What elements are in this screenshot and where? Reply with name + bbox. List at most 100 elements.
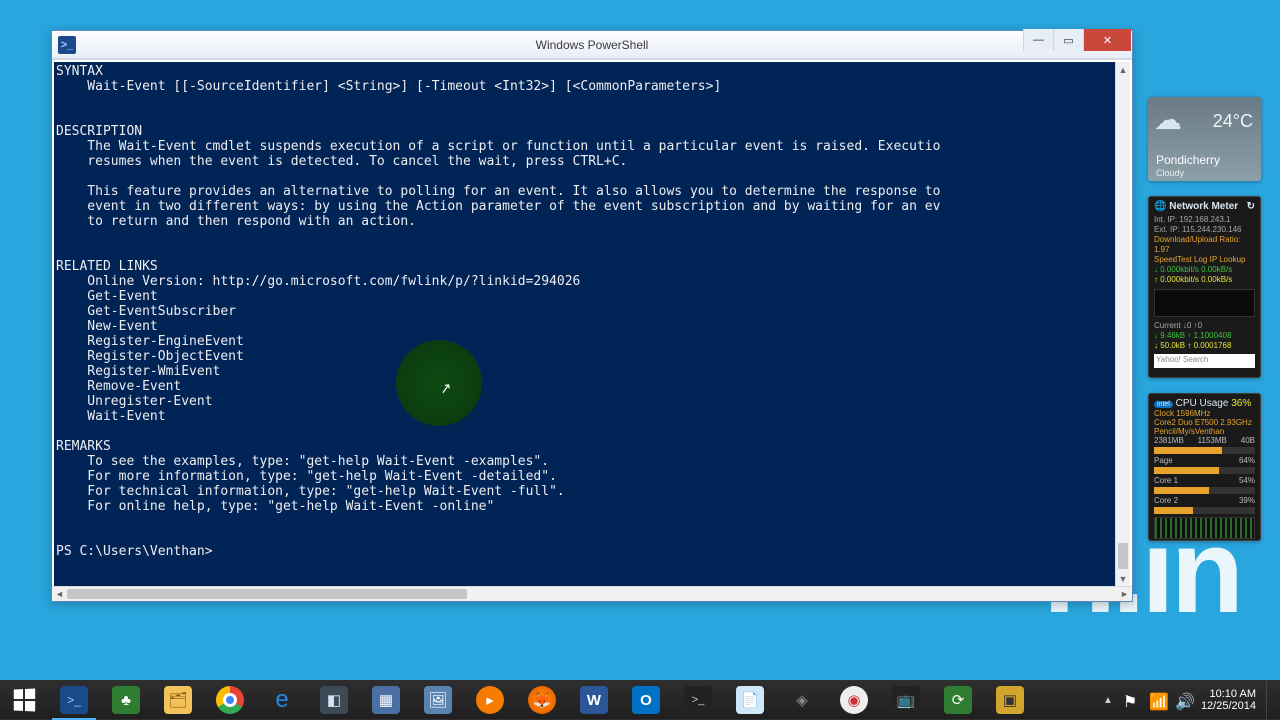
taskbar-chrome[interactable] [204,680,256,720]
ratio: Download/Upload Ratio: 1.97 [1154,235,1255,255]
minimize-button[interactable]: — [1023,29,1053,51]
cpu-usage-gadget[interactable]: intel CPU Usage 36% Clock 1596MHz Core2 … [1148,393,1261,541]
desc-line: The Wait-Event cmdlet suspends execution… [56,139,940,154]
clock[interactable]: 10:10 AM 12/25/2014 [1201,688,1256,712]
console-output[interactable]: SYNTAX Wait-Event [[-SourceIdentifier] <… [54,62,1115,586]
cpu-clock: Clock 1596MHz [1154,409,1255,418]
related-link: Unregister-Event [56,394,213,409]
powershell-window: >_ Windows PowerShell — ▭ ✕ SYNTAX Wait-… [51,30,1133,602]
network-meter-gadget[interactable]: 🌐 Network Meter ↻ Int. IP: 192.168.243.1… [1148,196,1261,378]
globe-icon: 🌐 [1154,201,1166,212]
image-icon: 🖼 [424,686,452,714]
remarks-line: For more information, type: "get-help Wa… [56,469,557,484]
taskbar-notepad[interactable]: 📄 [724,680,776,720]
core1-label: Core 1 [1154,476,1178,485]
related-link: Wait-Event [56,409,166,424]
taskbar-app-green[interactable]: ♣ [100,680,152,720]
weather-condition: Cloudy [1156,168,1184,178]
down-rate: ↓ 0.000kbit/s 0.00kB/s [1154,265,1255,275]
sync-icon: ⟳ [944,686,972,714]
ram-used: 2381MB [1154,436,1184,445]
scroll-right-arrow[interactable]: ► [1117,587,1132,601]
related-link: Register-ObjectEvent [56,349,244,364]
horizontal-scrollbar[interactable]: ◄ ► [52,586,1132,601]
volume-icon[interactable]: 🔊 [1175,692,1191,708]
scroll-thumb[interactable] [1118,543,1128,569]
taskbar-terminal[interactable]: >_ [672,680,724,720]
taskbar-powershell[interactable]: >_ [48,680,100,720]
core2-bar [1154,507,1255,514]
taskbar-media-player[interactable]: ▸ [464,680,516,720]
scroll-down-arrow[interactable]: ▼ [1116,571,1130,586]
remarks-line: For technical information, type: "get-he… [56,484,565,499]
desc-line: to return and then respond with an actio… [56,214,416,229]
powershell-icon: >_ [58,36,76,54]
core2-label: Core 2 [1154,496,1178,505]
system-tray[interactable]: ▲ ⚑ 📶 🔊 10:10 AM 12/25/2014 [1103,680,1280,720]
firefox-icon: 🦊 [528,686,556,714]
maximize-button[interactable]: ▭ [1053,29,1083,51]
hscroll-thumb[interactable] [67,589,467,599]
cpu-history-chart [1154,517,1255,539]
scroll-up-arrow[interactable]: ▲ [1116,62,1130,77]
remarks-line: To see the examples, type: "get-help Wai… [56,454,549,469]
internal-ip: Int. IP: 192.168.243.1 [1154,215,1255,225]
taskbar-photos[interactable]: 🖼 [412,680,464,720]
intel-icon: intel [1154,401,1173,408]
diamond-icon: ◈ [788,686,816,714]
total-up: ↓ 50.0kB ↑ 0.0001768 [1154,341,1255,351]
prompt[interactable]: PS C:\Users\Venthan> [56,544,213,559]
page-val: 64% [1239,456,1255,465]
titlebar[interactable]: >_ Windows PowerShell — ▭ ✕ [52,31,1132,59]
flag-icon[interactable]: ⚑ [1123,692,1139,708]
ie-icon: e [268,686,296,714]
ram-bar [1154,447,1255,454]
up-rate: ↑ 0.000kbit/s 0.00kB/s [1154,275,1255,285]
taskbar-file-explorer[interactable]: 🗂 [152,680,204,720]
related-link: Get-Event [56,289,158,304]
desc-line: event in two different ways: by using th… [56,199,940,214]
desc-line: resumes when the event is detected. To c… [56,154,627,169]
frame-icon: ▣ [996,686,1024,714]
related-link: Register-WmiEvent [56,364,220,379]
taskbar-app-disc[interactable]: ◉ [828,680,880,720]
core1-bar [1154,487,1255,494]
taskbar-app-tv[interactable]: 📺 [880,680,932,720]
external-ip: Ext. IP: 115.244.230.146 [1154,225,1255,235]
start-button[interactable] [0,680,48,720]
vertical-scrollbar[interactable]: ▲ ▼ [1115,62,1130,586]
taskbar-ie[interactable]: e [256,680,308,720]
scroll-left-arrow[interactable]: ◄ [52,587,67,601]
taskbar-app-blue[interactable]: ▦ [360,680,412,720]
netmeter-title: Network Meter [1169,201,1238,212]
section-description-hdr: DESCRIPTION [56,124,142,139]
close-button[interactable]: ✕ [1083,29,1131,51]
clock-time: 10:10 AM [1201,688,1256,700]
taskbar-firefox[interactable]: 🦊 [516,680,568,720]
cpu-path: Pencil/My/sVenthan [1154,427,1255,436]
cube-icon: ◧ [320,686,348,714]
taskbar-word[interactable]: W [568,680,620,720]
taskbar-app-frame[interactable]: ▣ [984,680,1036,720]
net-tools[interactable]: SpeedTest Log IP Lookup [1154,255,1255,265]
show-desktop-button[interactable] [1266,680,1274,720]
yahoo-search-input[interactable]: Yahoo! Search [1154,354,1255,368]
taskbar-app-diamond[interactable]: ◈ [776,680,828,720]
taskbar-outlook[interactable]: O [620,680,672,720]
network-icon[interactable]: 📶 [1149,692,1165,708]
chrome-icon [216,686,244,714]
weather-gadget[interactable]: ☁ 24°C Pondicherry Cloudy [1148,97,1261,181]
note-icon: 📄 [736,686,764,714]
tray-up-icon[interactable]: ▲ [1103,695,1113,706]
ram-free: 1153MB [1198,436,1227,445]
weather-temp: 24°C [1213,111,1253,132]
remarks-line: For online help, type: "get-help Wait-Ev… [56,499,494,514]
cpu-title: CPU Usage [1176,398,1229,409]
window-title: Windows PowerShell [52,38,1132,52]
windows-logo-icon [14,688,35,711]
related-link: Register-EngineEvent [56,334,244,349]
taskbar-app-sync[interactable]: ⟳ [932,680,984,720]
clock-date: 12/25/2014 [1201,700,1256,712]
taskbar-virtualbox[interactable]: ◧ [308,680,360,720]
refresh-icon[interactable]: ↻ [1247,201,1255,212]
